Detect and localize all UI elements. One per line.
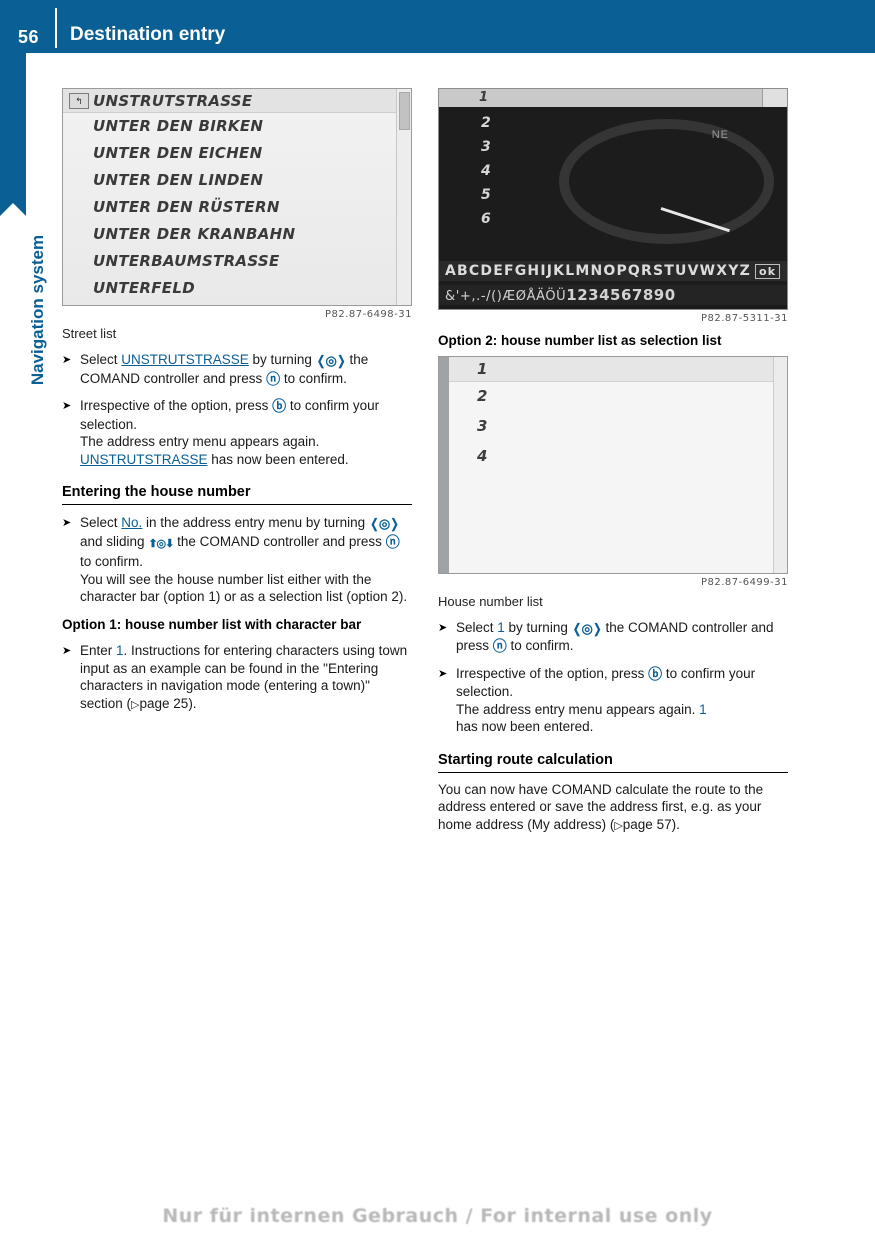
bullet-text: Select No. in the address entry menu by … <box>80 515 407 604</box>
page-title: Destination entry <box>70 24 226 45</box>
heading-starting-route-calculation: Starting route calculation <box>438 752 788 773</box>
alphabet-letters: ABCDEFGHIJKLMNOPQRSTUVWXYZ <box>445 263 751 279</box>
comand-press-icon <box>493 638 507 656</box>
list-item: 2 <box>477 386 488 405</box>
bullet-text: Select 1 by turning the COMAND controlle… <box>456 620 774 654</box>
comand-turn-icon <box>572 620 602 638</box>
highlight-term: UNSTRUTSTRASSE <box>80 451 208 467</box>
selected-row-value: 1 <box>479 90 489 105</box>
scrollbar <box>773 356 787 573</box>
heading-entering-house-number: Entering the house number <box>62 484 412 505</box>
page-header: 56 Destination entry <box>0 0 875 53</box>
bullet-text: Select UNSTRUTSTRASSE by turning the COM… <box>80 352 368 386</box>
instruction-bullet: ➤ Select No. in the address entry menu b… <box>62 514 412 606</box>
compass-heading-label: NE <box>711 129 729 141</box>
comand-slide-icon <box>148 534 173 554</box>
figure-caption-code: P82.87-6499-31 <box>700 576 788 588</box>
figure-character-bar: 1 NE 2 3 4 5 6 ABCDEFGHIJKLMNOPQRSTUVWXY… <box>438 88 788 324</box>
house-number-items: 1 2 3 4 <box>449 357 769 471</box>
figure-label-house-number-list: House number list <box>438 593 543 609</box>
figure-caption-code: P82.87-5311-31 <box>700 313 788 324</box>
bullet-marker: ➤ <box>62 645 72 657</box>
figure-street-list: ↰ UNSTRUTSTRASSE UNTER DEN BIRKEN UNTER … <box>62 88 412 320</box>
list-item: UNTER DEN EICHEN <box>93 144 263 162</box>
digit-characters: 1234567890 <box>566 286 676 304</box>
highlight-term: 1 <box>699 701 707 717</box>
page-reference: page 57 <box>614 817 671 832</box>
page-reference: page 25 <box>131 696 188 711</box>
list-item: 3 <box>477 416 488 435</box>
street-list-items: UNSTRUTSTRASSE UNTER DEN BIRKEN UNTER DE… <box>63 89 393 302</box>
list-item: UNTER DEN LINDEN <box>93 171 264 189</box>
screenshot-character-bar: 1 NE 2 3 4 5 6 ABCDEFGHIJKLMNOPQRSTUVWXY… <box>438 88 788 310</box>
list-item: 2 <box>481 115 491 131</box>
list-item: 5 <box>481 187 491 203</box>
left-column: ↰ UNSTRUTSTRASSE UNTER DEN BIRKEN UNTER … <box>62 88 412 723</box>
comand-turn-icon <box>369 515 399 533</box>
scrollbar-thumb <box>399 92 410 130</box>
list-item: UNSTRUTSTRASSE <box>93 92 253 110</box>
footer-watermark: Nur für internen Gebrauch / For internal… <box>162 1205 713 1227</box>
alphabet-character-bar: ABCDEFGHIJKLMNOPQRSTUVWXYZ ok <box>439 261 787 281</box>
list-item: UNTER DEN BIRKEN <box>93 117 264 135</box>
instruction-bullet: ➤ Select 1 by turning the COMAND control… <box>438 619 788 656</box>
compass-dial <box>559 119 774 244</box>
list-item: UNTERFELD <box>93 279 195 297</box>
screenshot-house-number-list: 1 2 3 4 <box>438 355 788 574</box>
figure-caption-code: P82.87-6498-31 <box>324 309 412 320</box>
list-item: UNTERBAUMSTRASSE <box>93 252 280 270</box>
list-left-bar <box>439 356 449 573</box>
right-column: 1 NE 2 3 4 5 6 ABCDEFGHIJKLMNOPQRSTUVWXY… <box>438 88 788 843</box>
heading-option-1: Option 1: house number list with charact… <box>62 616 362 632</box>
comand-back-icon <box>648 666 662 684</box>
chapter-label: Navigation system <box>28 234 47 386</box>
highlight-term: 1 <box>116 643 124 658</box>
heading-option-2: Option 2: house number list as selection… <box>438 333 722 348</box>
comand-back-icon <box>272 398 286 416</box>
chapter-tab <box>0 53 26 216</box>
instruction-bullet: ➤ Enter 1. Instructions for entering cha… <box>62 642 412 714</box>
bullet-text: Irrespective of the option, press to con… <box>456 666 755 735</box>
bullet-text: Irrespective of the option, press to con… <box>80 398 379 467</box>
highlight-term: UNSTRUTSTRASSE <box>121 352 249 367</box>
symbol-character-bar: &'+,.-/()ÆØÅÄÖÜ1234567890 <box>439 285 787 305</box>
comand-press-icon <box>386 534 400 552</box>
symbol-characters: &'+,.-/()ÆØÅÄÖÜ <box>445 289 567 304</box>
header-divider <box>55 8 57 48</box>
bullet-marker: ➤ <box>62 354 72 366</box>
page-number: 56 <box>18 27 40 47</box>
list-item: UNTER DEN RÜSTERN <box>93 198 280 216</box>
figure-house-number-list: 1 2 3 4 P82.87-6499-31 <box>438 355 788 588</box>
list-item: 4 <box>477 446 488 465</box>
house-number-column: 2 3 4 5 6 <box>481 111 491 231</box>
list-item: 1 <box>477 359 488 378</box>
bullet-marker: ➤ <box>438 621 448 634</box>
figure-label-street-list: Street list <box>62 326 117 341</box>
list-item: UNTER DER KRANBAHN <box>93 225 296 243</box>
instruction-bullet: ➤ Irrespective of the option, press to c… <box>438 665 788 736</box>
list-item: 3 <box>481 139 491 155</box>
instruction-bullet: ➤ Select UNSTRUTSTRASSE by turning the C… <box>62 351 412 388</box>
comand-press-icon <box>266 371 280 389</box>
bullet-marker: ➤ <box>438 667 448 680</box>
row-right-cell <box>762 89 787 107</box>
bullet-marker: ➤ <box>62 517 72 529</box>
bullet-text: Enter 1. Instructions for entering chara… <box>80 643 407 711</box>
comand-turn-icon <box>316 352 346 370</box>
paragraph-route-calculation: You can now have COMAND calculate the ro… <box>438 781 788 836</box>
highlight-term: No. <box>121 515 143 530</box>
list-item: 4 <box>481 163 491 179</box>
instruction-bullet: ➤ Irrespective of the option, press to c… <box>62 397 412 468</box>
list-item: 6 <box>481 211 491 227</box>
ok-button-icon: ok <box>754 264 781 279</box>
screenshot-street-list: ↰ UNSTRUTSTRASSE UNTER DEN BIRKEN UNTER … <box>62 88 412 306</box>
highlight-term: 1 <box>497 619 505 635</box>
scrollbar <box>396 89 411 305</box>
selected-row: 1 <box>439 89 787 107</box>
bullet-marker: ➤ <box>62 400 72 412</box>
